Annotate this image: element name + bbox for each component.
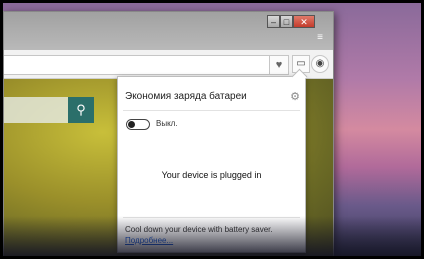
address-bar[interactable]: ♥: [4, 55, 289, 75]
window-controls: – □ ✕: [267, 15, 315, 28]
battery-saver-popup: Экономия заряда батареи ⚙ Выкл. Your dev…: [117, 76, 306, 253]
heart-icon[interactable]: ♥: [269, 55, 289, 75]
search-icon[interactable]: ⚲: [68, 97, 94, 123]
maximize-button[interactable]: □: [280, 15, 293, 28]
menu-icon[interactable]: ≡: [317, 32, 323, 43]
footer-text: Cool down your device with battery saver…: [125, 225, 273, 234]
toggle-knob: [128, 121, 135, 128]
divider: [123, 217, 300, 218]
toolbar: ♥ ▭ ◉: [4, 50, 333, 79]
account-icon[interactable]: ◉: [311, 55, 329, 73]
gear-icon[interactable]: ⚙: [290, 90, 300, 103]
search-input[interactable]: [4, 97, 68, 123]
popup-title: Экономия заряда батареи: [125, 91, 247, 102]
browser-window: – □ ✕ ≡ ♥ ▭ ◉ ⚲ Экономия заряда батареи …: [3, 11, 334, 256]
toggle-label: Выкл.: [156, 119, 178, 128]
plugged-in-status: Your device is plugged in: [161, 170, 262, 180]
divider: [123, 110, 300, 111]
desktop: – □ ✕ ≡ ♥ ▭ ◉ ⚲ Экономия заряда батареи …: [3, 3, 421, 256]
battery-saver-toggle[interactable]: [126, 119, 150, 130]
close-button[interactable]: ✕: [293, 15, 315, 28]
title-bar[interactable]: – □ ✕ ≡: [4, 12, 333, 50]
more-link[interactable]: Подробнее...: [125, 236, 173, 245]
minimize-button[interactable]: –: [267, 15, 280, 28]
